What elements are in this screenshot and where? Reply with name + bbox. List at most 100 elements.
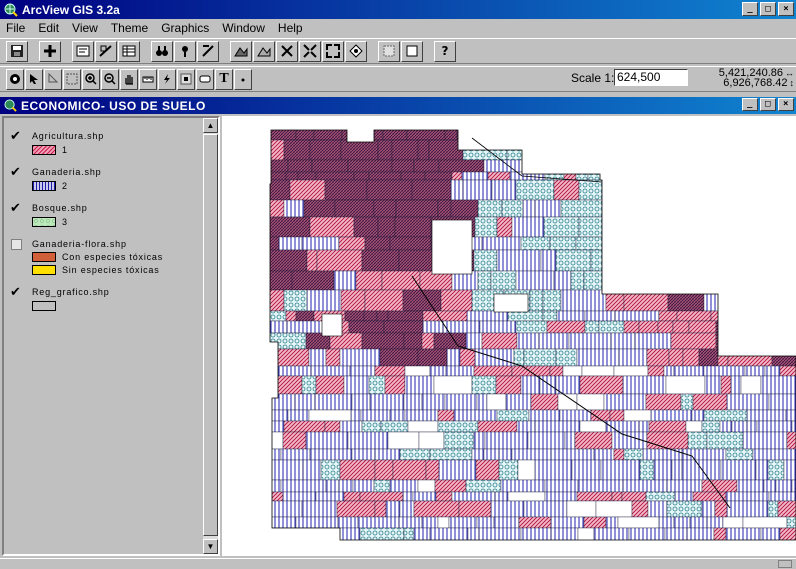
parcel: [570, 270, 585, 291]
land-use-map[interactable]: [222, 116, 796, 556]
vertex-edit-tool[interactable]: [44, 68, 62, 90]
parcel: [524, 545, 545, 556]
parcel: [688, 545, 707, 556]
zoom-out-fixed-button[interactable]: [322, 40, 344, 62]
select-features-button[interactable]: [378, 40, 400, 62]
menu-window[interactable]: Window: [222, 21, 265, 35]
zoom-selected-button[interactable]: [276, 40, 298, 62]
theme-visible-checkbox[interactable]: ✔: [10, 286, 24, 300]
draw-point-tool[interactable]: [234, 68, 252, 90]
zoom-in-fixed-button[interactable]: [299, 40, 321, 62]
zoom-out-tool[interactable]: [101, 68, 119, 90]
theme-visible-checkbox[interactable]: ✔: [10, 202, 24, 216]
save-project-button[interactable]: [6, 40, 28, 62]
parcel: [534, 459, 573, 481]
parcel: [314, 393, 353, 411]
parcel: [690, 270, 703, 291]
open-table-button[interactable]: [118, 40, 140, 62]
parcel: [602, 236, 622, 251]
identify-tool[interactable]: [6, 68, 24, 90]
measure-tool[interactable]: [139, 68, 157, 90]
pointer-tool[interactable]: [25, 68, 43, 90]
menu-view[interactable]: View: [72, 21, 98, 35]
parcel: [622, 479, 668, 493]
select-feature-tool[interactable]: [63, 68, 81, 90]
zoom-active-themes-button[interactable]: [253, 40, 275, 62]
parcel: [484, 431, 529, 450]
app-titlebar: ArcView GIS 3.2a _ □ ×: [0, 0, 796, 19]
parcel: [623, 289, 669, 312]
pointer-icon: [30, 74, 38, 84]
label-tool[interactable]: [196, 68, 214, 90]
zoom-in-tool[interactable]: [82, 68, 100, 90]
parcel: [374, 365, 406, 377]
scale-input[interactable]: 624,500: [614, 69, 688, 86]
parcel: [527, 130, 573, 141]
add-theme-button[interactable]: [39, 40, 61, 62]
menu-help[interactable]: Help: [278, 21, 303, 35]
resize-grip-icon[interactable]: [778, 560, 792, 568]
hotlink-tool[interactable]: [158, 68, 176, 90]
parcel: [620, 270, 646, 291]
parcel: [549, 236, 577, 251]
edit-legend-button[interactable]: [95, 40, 117, 62]
help-button[interactable]: ?: [434, 40, 456, 62]
parcel: [696, 139, 741, 161]
full-extent-icon: [234, 47, 248, 57]
zoom-previous-button[interactable]: [345, 40, 367, 62]
clear-selection-button[interactable]: [401, 40, 423, 62]
parcel: [578, 216, 611, 238]
parcel: [435, 491, 453, 502]
find-button[interactable]: [151, 40, 173, 62]
parcel: [556, 310, 586, 322]
area-of-interest-tool[interactable]: [177, 68, 195, 90]
parcel: [637, 139, 658, 161]
parcel: [380, 420, 409, 433]
toc-scrollbar[interactable]: ▲ ▼: [203, 118, 218, 554]
menu-file[interactable]: File: [6, 21, 25, 35]
parcel: [343, 375, 370, 395]
parcel: [681, 459, 722, 481]
parcel: [744, 365, 766, 377]
view-minimize-button[interactable]: _: [742, 98, 758, 111]
theme-properties-button[interactable]: [72, 40, 94, 62]
minimize-button[interactable]: _: [742, 2, 758, 16]
theme-visible-checkbox[interactable]: ✔: [10, 166, 24, 180]
add-icon: [44, 45, 56, 57]
floppy-icon: [11, 45, 23, 57]
parcel: [622, 159, 659, 173]
parcel: [364, 289, 404, 312]
parcel: [347, 431, 389, 450]
close-button[interactable]: ×: [778, 2, 794, 16]
locate-address-button[interactable]: [174, 40, 196, 62]
zoom-full-extent-button[interactable]: [230, 40, 252, 62]
scroll-thumb[interactable]: [203, 134, 218, 536]
parcel: [786, 171, 796, 181]
view-close-button[interactable]: ×: [778, 98, 794, 111]
menu-edit[interactable]: Edit: [38, 21, 59, 35]
parcel: [282, 431, 307, 450]
text-tool[interactable]: T: [215, 68, 233, 90]
theme-hidden-checkbox[interactable]: [11, 239, 22, 250]
parcel: [760, 375, 796, 395]
view-maximize-button[interactable]: □: [760, 98, 776, 111]
parcel: [475, 459, 500, 481]
pan-tool[interactable]: [120, 68, 138, 90]
parcel: [270, 332, 307, 350]
parcel: [507, 310, 544, 322]
parcel: [406, 130, 446, 141]
map-display[interactable]: [222, 116, 796, 556]
parcel: [791, 420, 796, 433]
parcel: [270, 448, 282, 461]
maximize-button[interactable]: □: [760, 2, 776, 16]
scroll-down-button[interactable]: ▼: [203, 539, 218, 554]
menu-theme[interactable]: Theme: [111, 21, 148, 35]
parcel: [404, 375, 435, 395]
theme-visible-checkbox[interactable]: ✔: [10, 130, 24, 144]
scroll-up-button[interactable]: ▲: [203, 118, 218, 133]
parcel: [270, 393, 296, 411]
parcel: [786, 516, 796, 529]
parcel: [389, 479, 419, 493]
menu-graphics[interactable]: Graphics: [161, 21, 209, 35]
query-builder-button[interactable]: [197, 40, 219, 62]
